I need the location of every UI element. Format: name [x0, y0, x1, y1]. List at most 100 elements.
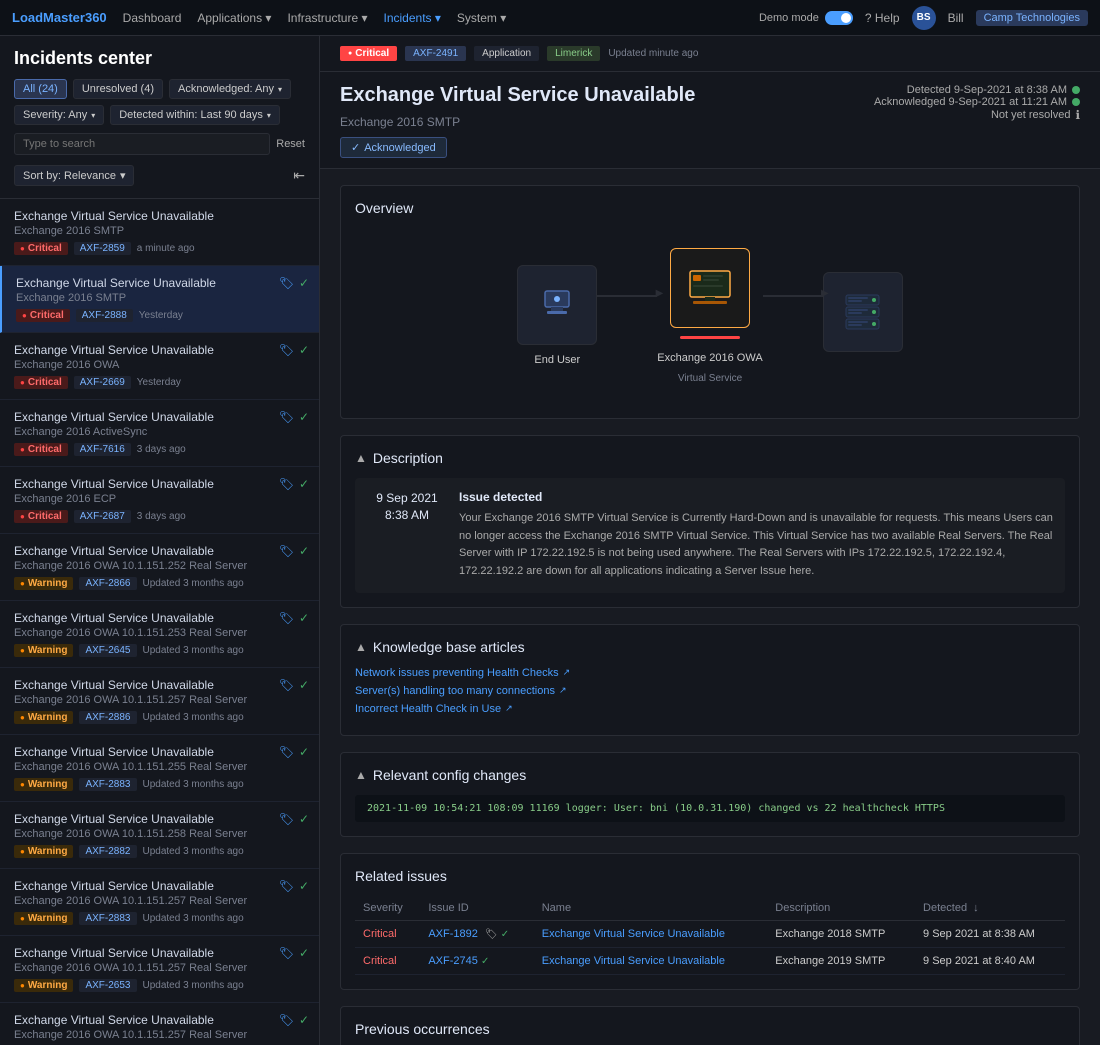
- filter-acknowledged[interactable]: Acknowledged: Any ▾: [169, 79, 291, 99]
- filter-severity[interactable]: Severity: Any ▾: [14, 105, 104, 125]
- kb-toggle[interactable]: ▲: [355, 640, 367, 654]
- check-icon-6[interactable]: ✓: [299, 544, 309, 558]
- incident-item-1[interactable]: Exchange Virtual Service Unavailable Exc…: [0, 199, 319, 266]
- connector-2: [763, 295, 823, 297]
- acknowledged-button[interactable]: ✓ Acknowledged: [340, 137, 447, 158]
- tag-icon-8[interactable]: 🏷: [279, 678, 294, 692]
- detail-title-section: Exchange Virtual Service Unavailable Exc…: [320, 72, 1100, 169]
- incidents-header: Incidents center All (24) Unresolved (4)…: [0, 36, 319, 199]
- check-icon-9[interactable]: ✓: [299, 745, 309, 759]
- incident-sub-7: Exchange 2016 OWA 10.1.151.253 Real Serv…: [14, 627, 305, 639]
- incident-item-8[interactable]: 🏷 ✓ Exchange Virtual Service Unavailable…: [0, 668, 319, 735]
- org-badge[interactable]: Camp Technologies: [976, 10, 1088, 26]
- check-icon-5[interactable]: ✓: [299, 477, 309, 491]
- tag-icon-6[interactable]: 🏷: [279, 544, 294, 558]
- incident-sub-10: Exchange 2016 OWA 10.1.151.258 Real Serv…: [14, 828, 305, 840]
- incident-item-3[interactable]: 🏷 ✓ Exchange Virtual Service Unavailable…: [0, 333, 319, 400]
- ack-checkmark-icon: ✓: [351, 141, 360, 154]
- incident-tags-4: Critical AXF-7616 3 days ago: [14, 443, 305, 456]
- incident-item-7[interactable]: 🏷 ✓ Exchange Virtual Service Unavailable…: [0, 601, 319, 668]
- incident-item-13[interactable]: 🏷 ✓ Exchange Virtual Service Unavailable…: [0, 1003, 319, 1045]
- collapse-button[interactable]: ⇤: [293, 167, 305, 184]
- id-badge-4: AXF-7616: [74, 443, 131, 456]
- search-input[interactable]: [14, 133, 270, 155]
- related-row-1: Critical AXF-1892 🏷 ✓ Exchange Virtual S…: [355, 920, 1065, 947]
- incident-item-4[interactable]: 🏷 ✓ Exchange Virtual Service Unavailable…: [0, 400, 319, 467]
- vs-node: Exchange 2016 OWA Virtual Service: [657, 248, 762, 384]
- related-id-2[interactable]: AXF-2745 ✓: [420, 947, 533, 974]
- tag-icon-7[interactable]: 🏷: [279, 611, 294, 625]
- nav-help[interactable]: ? Help: [865, 11, 900, 25]
- related-name-2[interactable]: Exchange Virtual Service Unavailable: [534, 947, 768, 974]
- external-link-icon-1: ↗: [563, 667, 571, 678]
- incident-item-10[interactable]: 🏷 ✓ Exchange Virtual Service Unavailable…: [0, 802, 319, 869]
- time-badge-9: Updated 3 months ago: [143, 779, 244, 790]
- filter-unresolved[interactable]: Unresolved (4): [73, 79, 163, 99]
- config-toggle[interactable]: ▲: [355, 768, 367, 782]
- check-icon-2[interactable]: ✓: [299, 276, 309, 290]
- filter-row: All (24) Unresolved (4) Acknowledged: An…: [14, 79, 305, 125]
- time-badge-1: a minute ago: [137, 243, 195, 254]
- page-title: Incidents center: [14, 48, 305, 69]
- nav-incidents[interactable]: Incidents ▾: [384, 11, 441, 25]
- check-icon-8[interactable]: ✓: [299, 678, 309, 692]
- check-icon-12[interactable]: ✓: [299, 946, 309, 960]
- tag-icon-2[interactable]: 🏷: [279, 276, 294, 290]
- incident-title-3: Exchange Virtual Service Unavailable: [14, 343, 305, 357]
- reset-button[interactable]: Reset: [276, 138, 305, 150]
- incident-sub-3: Exchange 2016 OWA: [14, 359, 305, 371]
- check-icon-11[interactable]: ✓: [299, 879, 309, 893]
- filter-detected[interactable]: Detected within: Last 90 days ▾: [110, 105, 280, 125]
- related-detected-1: 9 Sep 2021 at 8:38 AM: [915, 920, 1065, 947]
- breadcrumb-time: Updated minute ago: [608, 48, 698, 59]
- id-badge-6: AXF-2866: [79, 577, 136, 590]
- nav-dashboard[interactable]: Dashboard: [123, 11, 182, 25]
- breadcrumb-location: Limerick: [547, 46, 600, 61]
- overview-diagram: End User: [355, 228, 1065, 404]
- check-icon-13[interactable]: ✓: [299, 1013, 309, 1027]
- detail-breadcrumb-bar: Critical AXF-2491 Application Limerick U…: [320, 36, 1100, 72]
- tag-icon-10[interactable]: 🏷: [279, 812, 294, 826]
- tag-icon-11[interactable]: 🏷: [279, 879, 294, 893]
- id-badge-1: AXF-2859: [74, 242, 131, 255]
- incident-item-9[interactable]: 🏷 ✓ Exchange Virtual Service Unavailable…: [0, 735, 319, 802]
- tag-icon-4[interactable]: 🏷: [279, 410, 294, 424]
- sort-button[interactable]: Sort by: Relevance ▾: [14, 165, 134, 186]
- incident-item-12[interactable]: 🏷 ✓ Exchange Virtual Service Unavailable…: [0, 936, 319, 1003]
- tag-icon-13[interactable]: 🏷: [279, 1013, 294, 1027]
- related-name-1[interactable]: Exchange Virtual Service Unavailable: [534, 920, 768, 947]
- detail-content: Overview End User: [320, 169, 1100, 1045]
- overview-title: Overview: [355, 200, 1065, 216]
- detail-main-title: Exchange Virtual Service Unavailable: [340, 84, 695, 107]
- incident-item-11[interactable]: 🏷 ✓ Exchange Virtual Service Unavailable…: [0, 869, 319, 936]
- nav-infrastructure[interactable]: Infrastructure ▾: [287, 11, 367, 25]
- tag-icon-12[interactable]: 🏷: [279, 946, 294, 960]
- kb-link-2[interactable]: Server(s) handling too many connections …: [355, 685, 1065, 697]
- incident-tags-10: Warning AXF-2882 Updated 3 months ago: [14, 845, 305, 858]
- tag-icon-5[interactable]: 🏷: [279, 477, 294, 491]
- kb-link-3[interactable]: Incorrect Health Check in Use ↗: [355, 703, 1065, 715]
- description-toggle[interactable]: ▲: [355, 451, 367, 465]
- demo-toggle-switch[interactable]: [825, 11, 853, 25]
- incident-tags-3: Critical AXF-2669 Yesterday: [14, 376, 305, 389]
- incident-item-2[interactable]: 🏷 ✓ Exchange Virtual Service Unavailable…: [0, 266, 319, 333]
- incident-tags-11: Warning AXF-2883 Updated 3 months ago: [14, 912, 305, 925]
- time-badge-12: Updated 3 months ago: [143, 980, 244, 991]
- related-id-1[interactable]: AXF-1892 🏷 ✓: [420, 920, 533, 947]
- nav-system[interactable]: System ▾: [457, 11, 506, 25]
- check-icon-10[interactable]: ✓: [299, 812, 309, 826]
- filter-all[interactable]: All (24): [14, 79, 67, 99]
- issue-title: Issue detected: [459, 490, 1053, 504]
- check-icon-7[interactable]: ✓: [299, 611, 309, 625]
- severity-badge-3: Critical: [14, 376, 68, 389]
- incident-tags-7: Warning AXF-2645 Updated 3 months ago: [14, 644, 305, 657]
- kb-link-1[interactable]: Network issues preventing Health Checks …: [355, 667, 1065, 679]
- breadcrumb-severity: Critical: [340, 46, 397, 61]
- tag-icon-3[interactable]: 🏷: [279, 343, 294, 357]
- check-icon-4[interactable]: ✓: [299, 410, 309, 424]
- incident-item-6[interactable]: 🏷 ✓ Exchange Virtual Service Unavailable…: [0, 534, 319, 601]
- incident-item-5[interactable]: 🏷 ✓ Exchange Virtual Service Unavailable…: [0, 467, 319, 534]
- nav-applications[interactable]: Applications ▾: [197, 11, 271, 25]
- check-icon-3[interactable]: ✓: [299, 343, 309, 357]
- tag-icon-9[interactable]: 🏷: [279, 745, 294, 759]
